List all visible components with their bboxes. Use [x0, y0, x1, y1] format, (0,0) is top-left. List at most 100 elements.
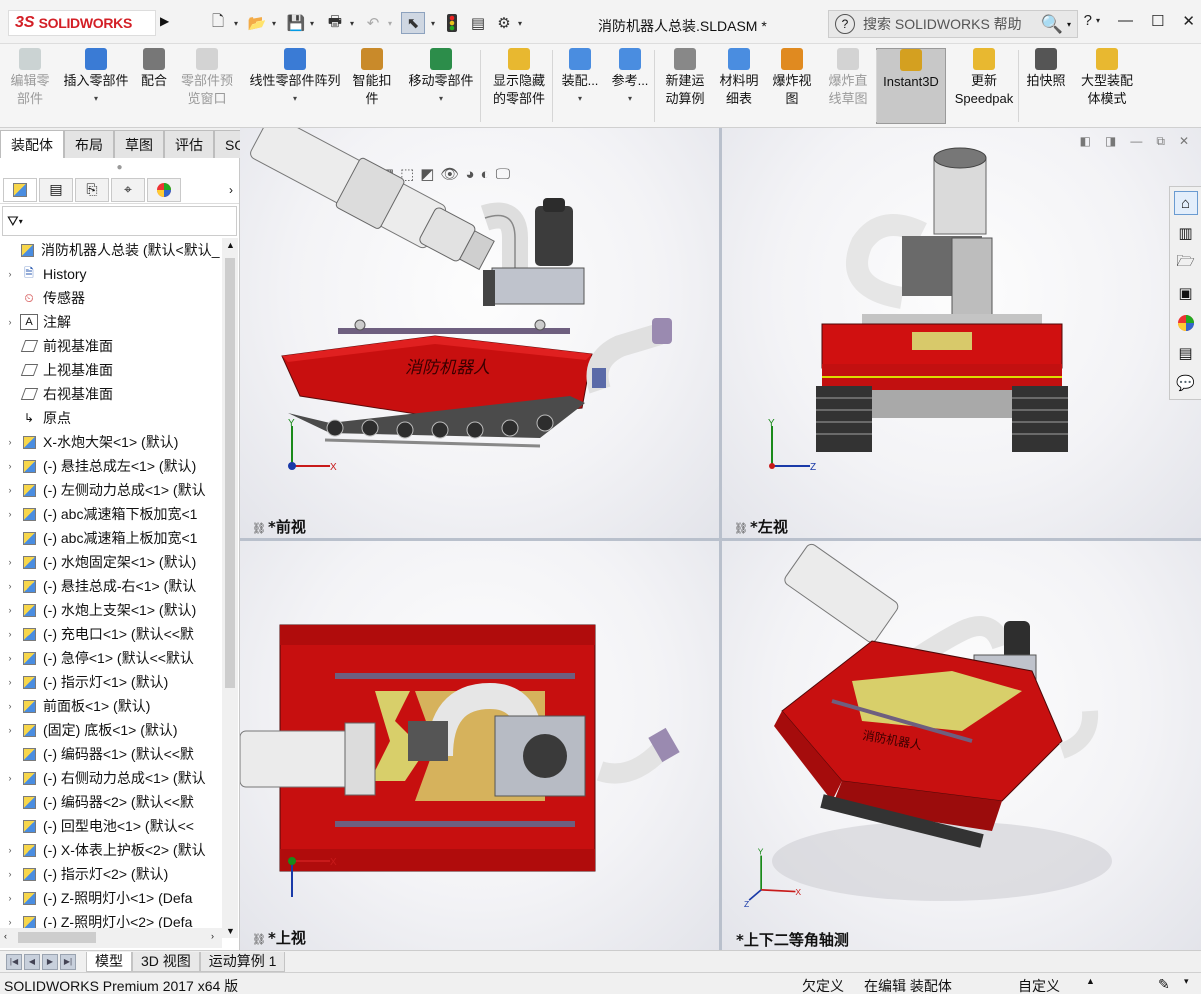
bottom-tab-0[interactable]: 模型 — [86, 951, 132, 972]
chevron-down-icon[interactable]: ▾ — [628, 90, 632, 108]
tree-item[interactable]: › (-) X-体表上护板<2> (默认 — [0, 838, 222, 862]
cmd-edit-component-button[interactable]: 编辑零 部件 — [4, 48, 56, 124]
more-tabs-icon[interactable]: › — [229, 183, 233, 197]
tree-item[interactable]: › (-) 悬挂总成-右<1> (默认 — [0, 574, 222, 598]
cmd-explode-line-button[interactable]: 爆炸直 线草图 — [822, 48, 874, 124]
propertymanager-tab-icon[interactable]: ▤ — [39, 177, 73, 202]
cmd-move-component-button[interactable]: 移动零部件 ▾ — [400, 48, 482, 124]
open-dropdown-icon[interactable]: ▾ — [268, 12, 280, 34]
h-scroll-thumb[interactable] — [18, 932, 96, 943]
tree-item[interactable]: › (固定) 底板<1> (默认) — [0, 718, 222, 742]
tree-item[interactable]: › (-) 水炮固定架<1> (默认) — [0, 550, 222, 574]
viewport-isometric[interactable]: 消防机器人 Y X Z *上下二等角轴测 — [722, 541, 1201, 950]
search-input[interactable]: 搜索 SOLIDWORKS 帮助 — [863, 14, 1041, 34]
help-search-box[interactable]: ? 搜索 SOLIDWORKS 帮助 🔍 ▾ — [828, 10, 1078, 38]
tree-item[interactable]: 上视基准面 — [0, 358, 222, 382]
expand-arrow-icon[interactable]: › — [4, 485, 16, 495]
expand-arrow-icon[interactable]: › — [4, 269, 16, 279]
minimize-icon[interactable]: — — [1118, 12, 1133, 30]
expand-arrow-icon[interactable]: › — [4, 605, 16, 615]
view-label-iso[interactable]: *上下二等角轴测 — [736, 929, 849, 950]
prev-tab-icon[interactable]: ◀ — [24, 953, 40, 970]
tab-2[interactable]: 草图 — [114, 130, 164, 158]
new-document-icon[interactable]: 🗋 — [208, 12, 228, 34]
cmd-component-preview-button[interactable]: 零部件预 览窗口 — [174, 48, 240, 124]
viewport-front[interactable]: 🔍 ⌕ ↶ ◨ ▦ ⬚ ◩ 👁 ◕ ◐ 🖵 — [240, 128, 719, 538]
cmd-show-hidden-button[interactable]: 显示隐藏 的零部件 — [484, 48, 554, 124]
solidworks-logo[interactable]: 3S SOLIDWORKS — [8, 10, 156, 36]
bottom-tab-1[interactable]: 3D 视图 — [132, 951, 200, 972]
options-dropdown-icon[interactable]: ▾ — [514, 12, 526, 34]
viewport-left[interactable]: ◧ ◨ — ⧉ ✕ Y Z ⛓ *左视 — [722, 128, 1201, 538]
cmd-exploded-view-button[interactable]: 爆炸视 图 — [766, 48, 818, 124]
cmd-linear-pattern-button[interactable]: 线性零部件阵列 ▾ — [244, 48, 346, 124]
tree-item[interactable]: › (-) 急停<1> (默认<<默认 — [0, 646, 222, 670]
maximize-icon[interactable]: ☐ — [1151, 12, 1164, 30]
expand-arrow-icon[interactable]: › — [4, 893, 16, 903]
tree-item[interactable]: (-) 回型电池<1> (默认<< — [0, 814, 222, 838]
cmd-large-assembly-button[interactable]: 大型装配 体模式 — [1074, 48, 1140, 124]
solidworks-resources-home-icon[interactable]: ⌂ — [1173, 191, 1198, 215]
tree-item[interactable]: 右视基准面 — [0, 382, 222, 406]
status-dropdown-icon[interactable]: ▾ — [1184, 976, 1189, 987]
panel-grip[interactable]: ● — [0, 158, 239, 176]
tree-horizontal-scrollbar[interactable]: ‹ › — [0, 928, 222, 948]
design-library-icon[interactable]: ▥ — [1174, 221, 1198, 245]
tree-item[interactable]: › (-) 左侧动力总成<1> (默认 — [0, 478, 222, 502]
scroll-down-icon[interactable]: ▼ — [226, 926, 235, 936]
tree-item[interactable]: 前视基准面 — [0, 334, 222, 358]
custom-properties-icon[interactable]: ▤ — [1174, 341, 1198, 365]
open-document-icon[interactable]: 📂 — [246, 12, 268, 34]
units-selector[interactable]: 自定义 — [1018, 976, 1060, 994]
first-tab-icon[interactable]: |◀ — [6, 953, 22, 970]
tree-item[interactable]: › (-) abc减速箱下板加宽<1 — [0, 502, 222, 526]
cmd-snapshot-button[interactable]: 拍快照 — [1022, 48, 1070, 124]
print-icon[interactable]: 🖶 — [324, 12, 346, 34]
expand-arrow-icon[interactable]: › — [4, 317, 16, 327]
select-icon[interactable]: ⬉ — [401, 12, 425, 34]
tree-item[interactable]: › (-) 指示灯<2> (默认) — [0, 862, 222, 886]
expand-arrow-icon[interactable]: › — [4, 677, 16, 687]
tab-0[interactable]: 装配体 — [0, 130, 64, 158]
forum-icon[interactable]: 💬 — [1174, 371, 1198, 395]
tree-item[interactable]: (-) 编码器<1> (默认<<默 — [0, 742, 222, 766]
file-explorer-icon[interactable]: 🗁 — [1174, 251, 1198, 275]
scroll-right-icon[interactable]: › — [211, 931, 214, 941]
cmd-smart-fasteners-button[interactable]: 智能扣 件 — [348, 48, 396, 124]
tab-1[interactable]: 布局 — [64, 130, 114, 158]
expand-arrow-icon[interactable]: › — [4, 461, 16, 471]
help-dropdown-icon[interactable]: ▾ — [1096, 16, 1100, 30]
tree-item[interactable]: (-) 编码器<2> (默认<<默 — [0, 790, 222, 814]
expand-arrow-icon[interactable]: › — [4, 629, 16, 639]
configurationmanager-tab-icon[interactable]: ⎘ — [75, 177, 109, 202]
expand-arrow-icon[interactable]: › — [4, 725, 16, 735]
appearances-icon[interactable] — [1174, 311, 1198, 335]
display-manager-tab-icon[interactable] — [147, 177, 181, 202]
last-tab-icon[interactable]: ▶| — [60, 953, 76, 970]
menu-expand-icon[interactable]: ▶ — [160, 14, 172, 32]
cmd-new-motion-study-button[interactable]: 新建运 动算例 — [658, 48, 712, 124]
cmd-bom-button[interactable]: 材料明 细表 — [714, 48, 764, 124]
featuremanager-tab-icon[interactable] — [3, 177, 37, 202]
select-dropdown-icon[interactable]: ▾ — [427, 12, 439, 34]
view-label-top[interactable]: ⛓ *上视 — [252, 927, 306, 948]
scroll-thumb[interactable] — [225, 258, 235, 688]
expand-arrow-icon[interactable]: › — [4, 581, 16, 591]
units-dropdown-icon[interactable]: ▲ — [1086, 976, 1095, 986]
cmd-mate-button[interactable]: 配合 — [136, 48, 172, 124]
tree-item[interactable]: › (-) 水炮上支架<1> (默认) — [0, 598, 222, 622]
save-icon[interactable]: 💾 — [286, 12, 306, 34]
tree-item[interactable]: ⏲ 传感器 — [0, 286, 222, 310]
cmd-assembly-features-button[interactable]: 装配... ▾ — [556, 48, 604, 124]
tree-item[interactable]: › (-) 右侧动力总成<1> (默认 — [0, 766, 222, 790]
search-dropdown-icon[interactable]: ▾ — [1067, 20, 1071, 29]
chevron-down-icon[interactable]: ▾ — [94, 90, 98, 108]
expand-arrow-icon[interactable]: › — [4, 917, 16, 927]
chevron-down-icon[interactable]: ▾ — [439, 90, 443, 108]
scroll-left-icon[interactable]: ‹ — [4, 931, 7, 941]
expand-arrow-icon[interactable]: › — [4, 869, 16, 879]
undo-dropdown-icon[interactable]: ▾ — [384, 12, 396, 34]
expand-arrow-icon[interactable]: › — [4, 509, 16, 519]
help-button[interactable]: ? — [1084, 12, 1092, 30]
tree-item[interactable]: 消防机器人总装 (默认<默认_ — [0, 238, 222, 262]
